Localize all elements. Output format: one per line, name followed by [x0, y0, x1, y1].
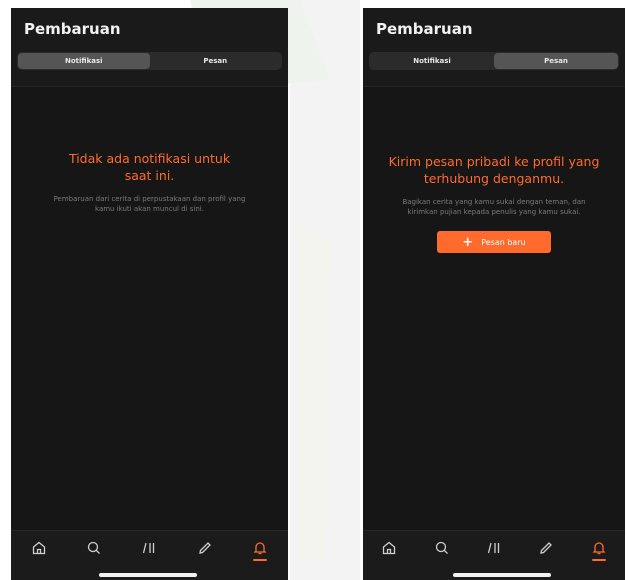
home-indicator [99, 573, 197, 577]
header: Pembaruan Notifikasi Pesan [363, 8, 625, 87]
library-icon [143, 542, 155, 554]
empty-state-title: Kirim pesan pribadi ke profil yang terhu… [388, 154, 600, 186]
page-title: Pembaruan [24, 20, 121, 38]
empty-state-description: Pembaruan dari cerita di perpustakaan da… [53, 195, 246, 213]
empty-state-title: Tidak ada notifikasi untuk saat ini. [68, 151, 231, 183]
nav-notifications[interactable] [247, 540, 273, 564]
pencil-icon [199, 542, 211, 554]
empty-state: Kirim pesan pribadi ke profil yang terhu… [363, 153, 625, 253]
home-icon [383, 541, 396, 555]
pencil-icon [540, 542, 553, 554]
bell-icon [592, 542, 606, 555]
nav-write[interactable] [192, 540, 218, 564]
active-indicator [591, 559, 606, 561]
tab-pesan[interactable]: Pesan [150, 53, 282, 69]
search-icon [435, 541, 448, 554]
empty-state: Tidak ada notifikasi untuk saat ini. Pem… [11, 150, 288, 214]
nav-search[interactable] [429, 540, 455, 564]
header: Pembaruan Notifikasi Pesan [11, 8, 288, 87]
notifications-screen: Pembaruan Notifikasi Pesan Tidak ada not… [11, 8, 288, 580]
segmented-control: Notifikasi Pesan [369, 52, 619, 70]
nav-notifications[interactable] [586, 540, 612, 564]
active-indicator [253, 559, 268, 561]
empty-state-description: Bagikan cerita yang kamu sukai dengan te… [402, 198, 586, 216]
library-icon [487, 542, 500, 554]
nav-home[interactable] [376, 540, 402, 564]
tab-pesan[interactable]: Pesan [494, 53, 618, 69]
search-icon [87, 541, 101, 554]
new-message-button[interactable]: + Pesan baru [437, 231, 551, 253]
segmented-control: Notifikasi Pesan [17, 52, 282, 70]
nav-search[interactable] [81, 540, 107, 564]
nav-library[interactable] [481, 540, 507, 564]
nav-write[interactable] [533, 540, 559, 564]
messages-screen: Pembaruan Notifikasi Pesan Kirim pesan p… [363, 8, 625, 580]
nav-home[interactable] [26, 540, 52, 564]
home-icon [32, 541, 45, 555]
plus-icon: + [462, 234, 474, 250]
new-message-label: Pesan baru [481, 237, 526, 247]
tab-notifikasi[interactable]: Notifikasi [18, 53, 150, 69]
home-indicator [453, 573, 551, 577]
nav-library[interactable] [136, 540, 162, 564]
page-title: Pembaruan [376, 20, 473, 38]
tab-notifikasi[interactable]: Notifikasi [370, 53, 494, 69]
bell-icon [253, 542, 267, 555]
